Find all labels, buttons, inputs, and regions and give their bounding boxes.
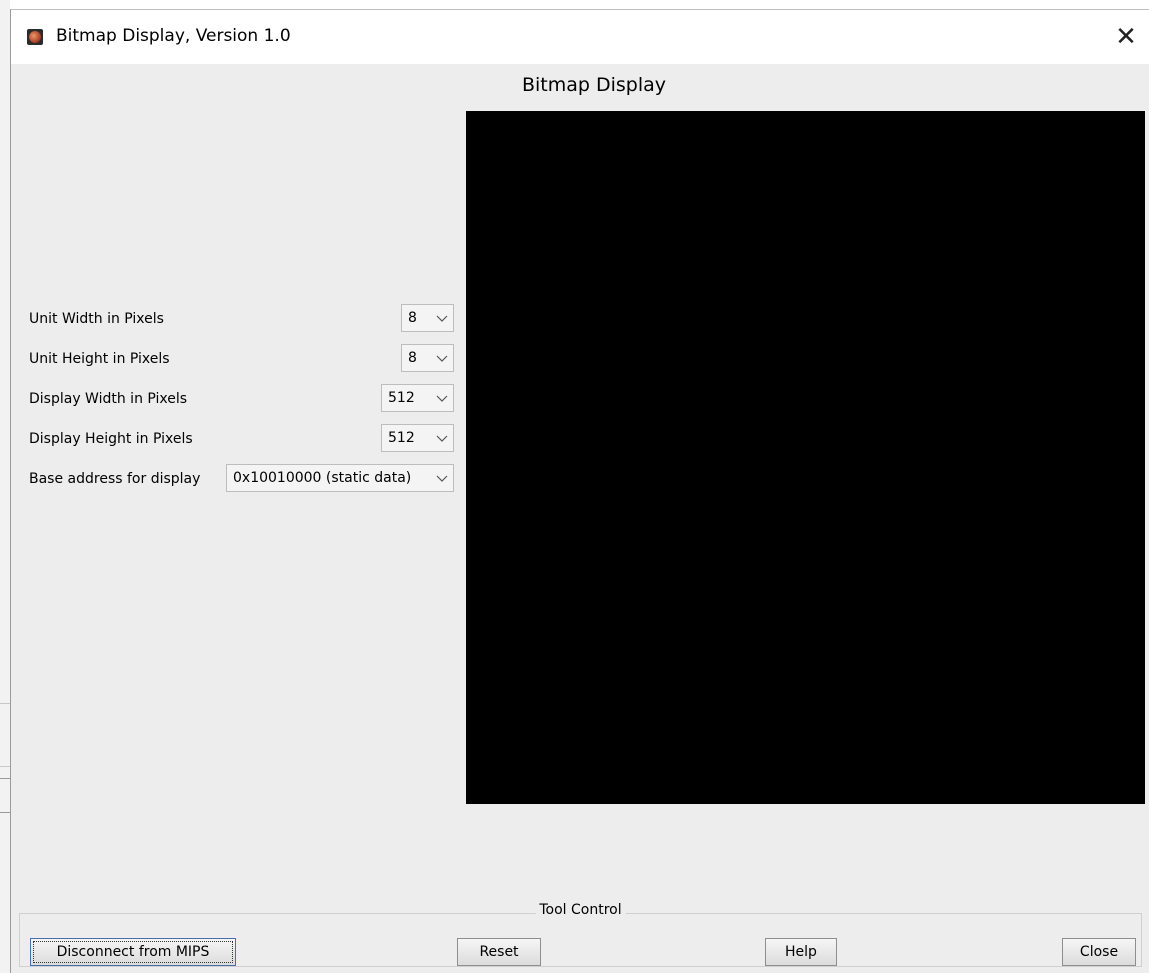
unit-height-select[interactable]: 8 <box>401 344 454 372</box>
display-width-value: 512 <box>388 390 415 406</box>
bitmap-display-window: Bitmap Display, Version 1.0 ✕ Bitmap Dis… <box>10 9 1149 973</box>
unit-width-row: Unit Width in Pixels 8 <box>29 304 454 334</box>
unit-height-value: 8 <box>408 350 417 366</box>
reset-button[interactable]: Reset <box>457 938 541 966</box>
unit-height-label: Unit Height in Pixels <box>29 351 170 367</box>
display-height-label: Display Height in Pixels <box>29 431 193 447</box>
display-height-select[interactable]: 512 <box>381 424 454 452</box>
chevron-down-icon <box>436 355 448 362</box>
unit-width-select[interactable]: 8 <box>401 304 454 332</box>
display-width-label: Display Width in Pixels <box>29 391 188 407</box>
unit-height-row: Unit Height in Pixels 8 <box>29 344 454 374</box>
bitmap-display-canvas <box>466 111 1145 804</box>
chevron-down-icon <box>436 315 448 322</box>
background-window-edge <box>0 0 10 973</box>
unit-width-value: 8 <box>408 310 417 326</box>
base-address-row: Base address for display 0x10010000 (sta… <box>29 464 454 494</box>
unit-width-label: Unit Width in Pixels <box>29 311 164 327</box>
base-address-label: Base address for display <box>29 471 201 487</box>
chevron-down-icon <box>436 435 448 442</box>
tool-control-group: Tool Control Disconnect from MIPS Reset … <box>19 902 1142 967</box>
window-title: Bitmap Display, Version 1.0 <box>56 26 291 46</box>
chevron-down-icon <box>436 395 448 402</box>
display-width-select[interactable]: 512 <box>381 384 454 412</box>
base-address-value: 0x10010000 (static data) <box>233 470 412 486</box>
chevron-down-icon <box>436 475 448 482</box>
panel-title: Bitmap Display <box>521 74 667 96</box>
help-button[interactable]: Help <box>765 938 837 966</box>
base-address-select[interactable]: 0x10010000 (static data) <box>226 464 454 492</box>
close-window-button[interactable]: ✕ <box>1103 10 1149 64</box>
close-button[interactable]: Close <box>1062 938 1136 966</box>
disconnect-from-mips-button[interactable]: Disconnect from MIPS <box>30 938 236 966</box>
mars-globe-icon <box>27 29 43 45</box>
title-bar[interactable]: Bitmap Display, Version 1.0 ✕ <box>11 10 1149 64</box>
display-height-row: Display Height in Pixels 512 <box>29 424 454 454</box>
tool-control-legend: Tool Control <box>535 902 626 918</box>
display-height-value: 512 <box>388 430 415 446</box>
display-width-row: Display Width in Pixels 512 <box>29 384 454 414</box>
